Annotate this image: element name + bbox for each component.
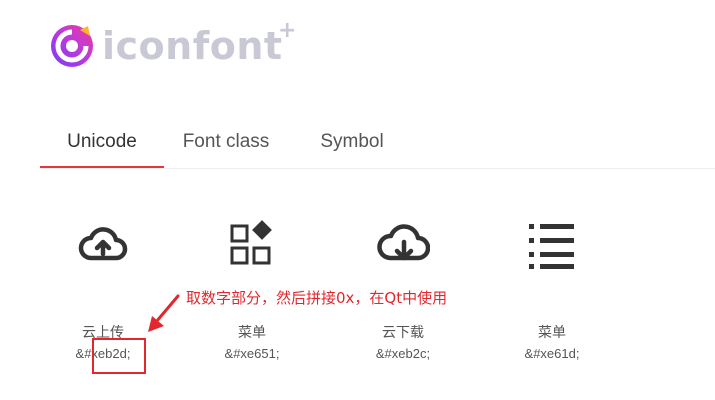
- list-menu-icon: [529, 224, 574, 269]
- logo-text: iconfont: [102, 24, 283, 68]
- tab-font-class[interactable]: Font class: [174, 118, 278, 166]
- icon-code: &#xe651;: [224, 346, 280, 361]
- icon-name: 云下载: [382, 324, 424, 340]
- icon-card-grid-menu[interactable]: 菜单 &#xe651;: [182, 218, 322, 361]
- logo-plus: +: [278, 18, 297, 43]
- iconfont-logo[interactable]: iconfont +: [50, 18, 296, 68]
- tab-symbol[interactable]: Symbol: [310, 118, 394, 166]
- tab-unicode[interactable]: Unicode: [40, 118, 164, 168]
- icon-name: 菜单: [538, 324, 566, 340]
- icon-code: &#xe61d;: [524, 346, 580, 361]
- annotation-text: 取数字部分，然后拼接0x，在Qt中使用: [186, 289, 448, 307]
- annotation-arrow-icon: [148, 294, 180, 332]
- tab-bar: Unicode Font class Symbol: [40, 118, 715, 169]
- highlight-box: [92, 338, 146, 374]
- icon-card-list-menu[interactable]: 菜单 &#xe61d;: [482, 218, 622, 361]
- cloud-upload-icon: [78, 227, 128, 261]
- icon-card-cloud-upload[interactable]: 云上传 &#xeb2d;: [33, 218, 173, 361]
- iconfont-logo-icon: [51, 25, 93, 67]
- grid-apps-icon: [230, 220, 272, 265]
- cloud-download-icon: [377, 224, 430, 261]
- icon-code: &#xeb2c;: [375, 346, 431, 361]
- icon-card-cloud-download[interactable]: 云下载 &#xeb2c;: [333, 218, 473, 361]
- icon-name: 菜单: [238, 324, 266, 340]
